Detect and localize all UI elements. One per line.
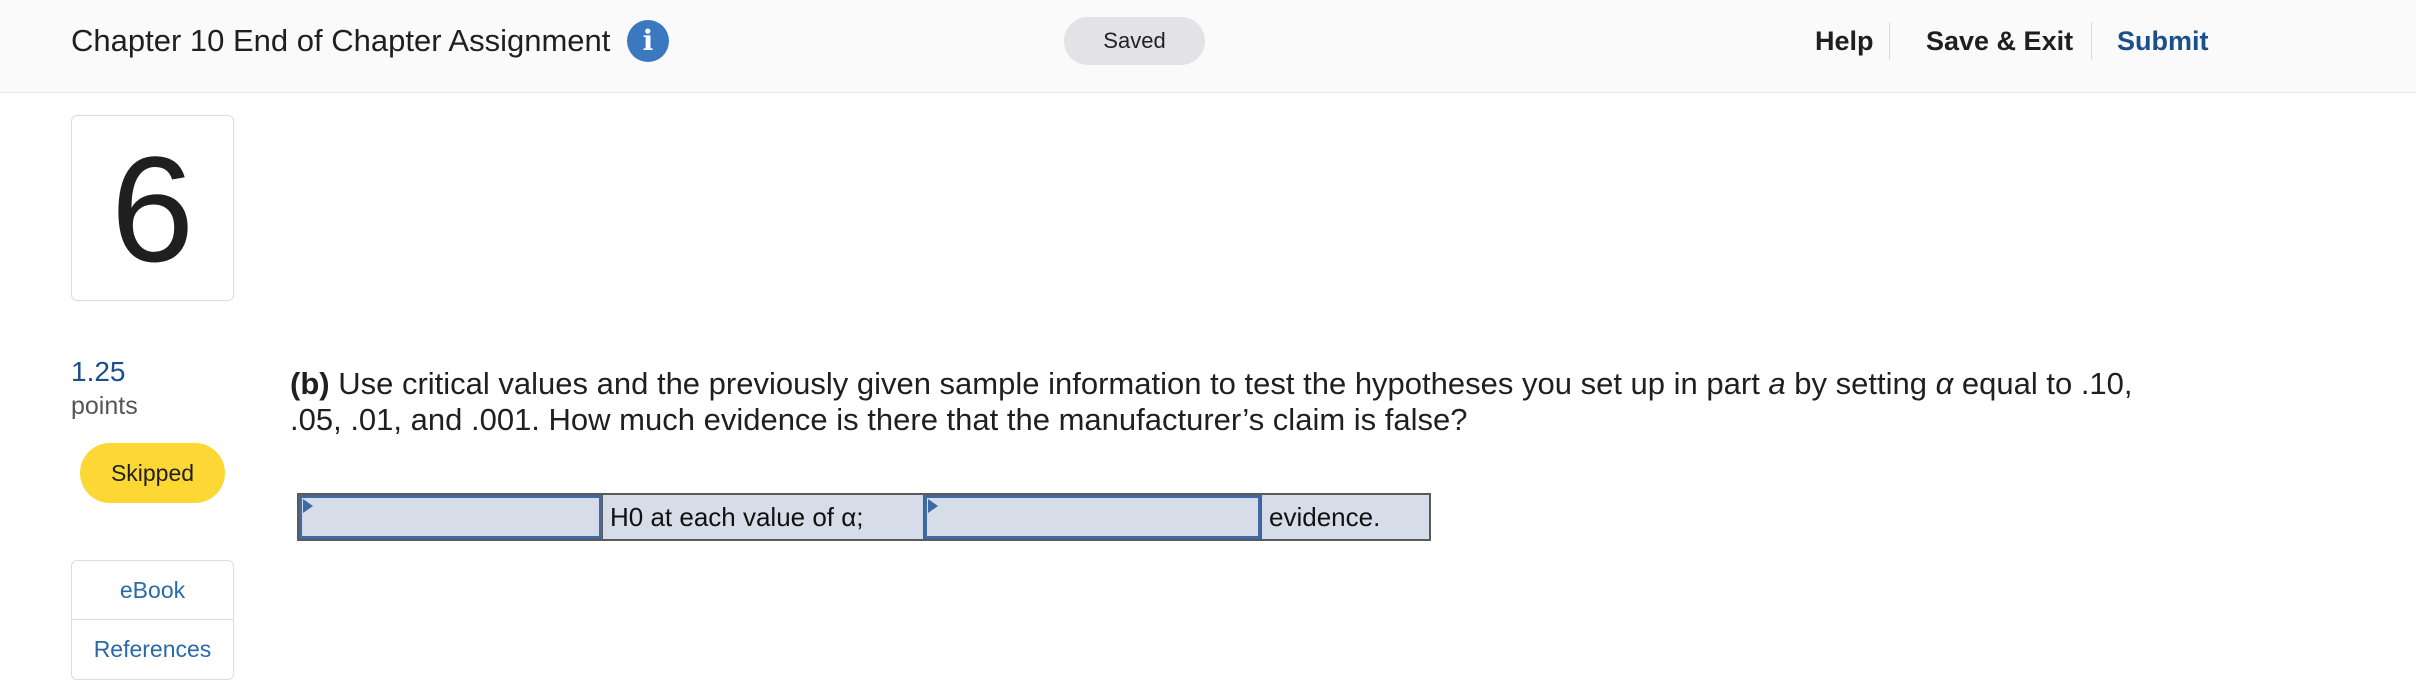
- nav-divider: [2091, 22, 2092, 60]
- info-icon[interactable]: i: [627, 20, 669, 62]
- ebook-link[interactable]: eBook: [72, 561, 233, 619]
- resources-panel: eBook References: [71, 560, 234, 680]
- points-label: points: [71, 392, 138, 420]
- top-bar: Chapter 10 End of Chapter Assignment i S…: [0, 0, 2416, 93]
- dropdown-marker-icon: [303, 499, 313, 513]
- dropdown-marker-icon: [928, 499, 938, 513]
- question-number: 6: [110, 125, 195, 293]
- answer-end-text: evidence.: [1261, 495, 1429, 539]
- part-a-ref: a: [1768, 366, 1786, 401]
- part-label: (b): [290, 366, 330, 401]
- references-link[interactable]: References: [72, 619, 233, 678]
- question-text-part-1: Use critical values and the previously g…: [329, 366, 1769, 401]
- decision-dropdown[interactable]: [299, 495, 602, 539]
- question-number-box: 6: [71, 115, 234, 301]
- nav-divider: [1889, 22, 1890, 60]
- answer-row: H0 at each value of α; evidence.: [297, 493, 1431, 541]
- evidence-dropdown[interactable]: [924, 495, 1261, 539]
- alpha-symbol: α: [1935, 366, 1954, 401]
- save-exit-link[interactable]: Save & Exit: [1926, 20, 2073, 62]
- question-text-part-2: by setting: [1785, 366, 1936, 401]
- status-badge: Skipped: [80, 443, 225, 503]
- help-link[interactable]: Help: [1815, 20, 1874, 62]
- saved-status-badge: Saved: [1064, 17, 1205, 65]
- points-value: 1.25: [71, 356, 126, 387]
- question-text: (b) Use critical values and the previous…: [290, 366, 2190, 438]
- submit-link[interactable]: Submit: [2117, 20, 2209, 62]
- answer-middle-text: H0 at each value of α;: [602, 495, 924, 539]
- assignment-title: Chapter 10 End of Chapter Assignment: [71, 23, 611, 58]
